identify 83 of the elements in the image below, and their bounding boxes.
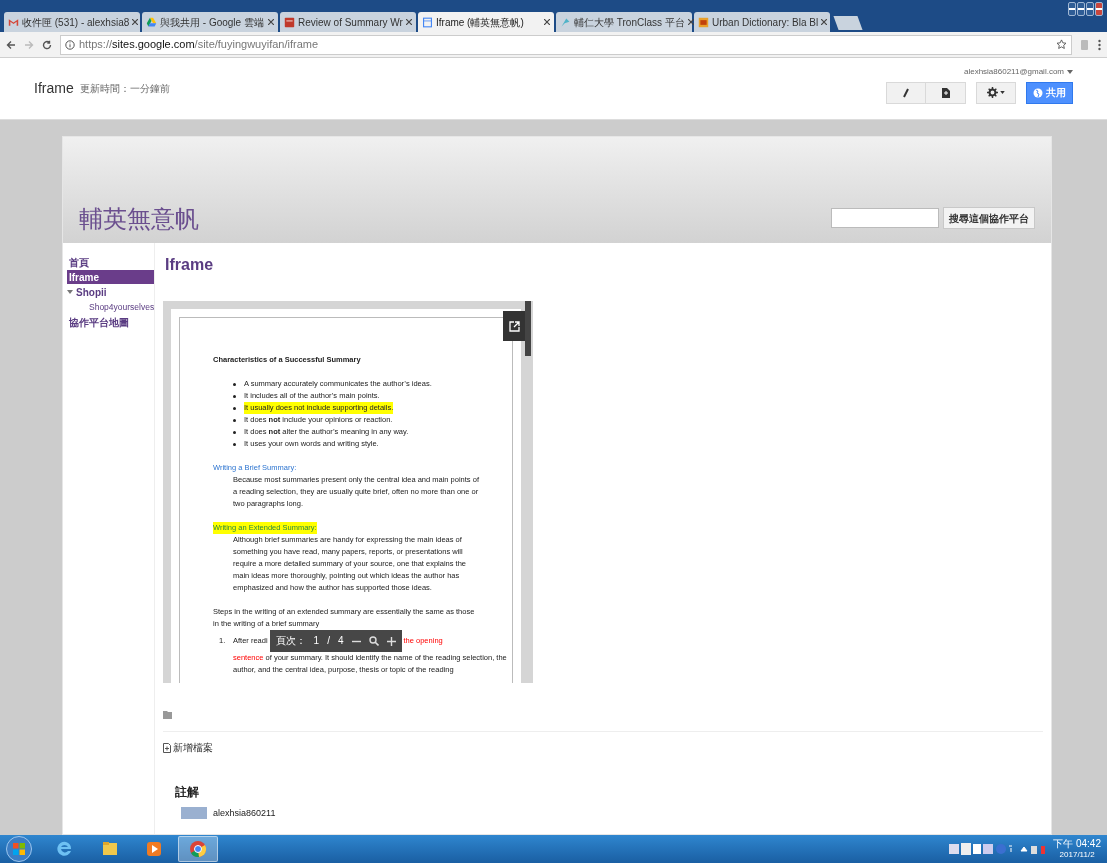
tab-label: 輔仁大學 TronClass 平台: [574, 15, 685, 30]
page-count: 4: [337, 635, 344, 647]
tab-label: 與我共用 - Google 雲端: [160, 15, 265, 30]
external-link-icon: [508, 320, 520, 332]
account-email[interactable]: alexhsia860211@gmail.com: [963, 65, 1064, 78]
maximize-button[interactable]: [1086, 2, 1094, 16]
caret-icon[interactable]: [1067, 69, 1073, 74]
bullet-icon: [233, 443, 236, 446]
tab-label: Urban Dictionary: Bla Bl: [712, 15, 819, 30]
add-file-icon[interactable]: [163, 742, 171, 753]
url-text: https://sites.google.com/site/fuyingwuyifan/iframe: [79, 37, 319, 53]
scrollbar[interactable]: [525, 301, 531, 356]
favicon-icon: [146, 16, 157, 28]
bullet-icon: [233, 431, 236, 434]
back-icon[interactable]: [6, 39, 16, 50]
comments-heading: 註解: [175, 784, 200, 801]
search-button[interactable]: 搜尋這個協作平台: [943, 207, 1035, 229]
add-file-link[interactable]: 新增檔案: [173, 740, 213, 755]
bullet-icon: [233, 419, 236, 422]
minimize-button[interactable]: [1077, 2, 1085, 16]
browser-tab[interactable]: Review of Summary Wr: [280, 12, 416, 32]
browser-tab[interactable]: 收件匣 (531) - alexhsia8: [4, 12, 140, 32]
close-icon[interactable]: [132, 19, 139, 25]
browser-tab[interactable]: 與我共用 - Google 雲端: [142, 12, 278, 32]
pencil-icon: [902, 87, 910, 98]
clock-date[interactable]: 2017/11/2: [1059, 849, 1095, 860]
close-icon[interactable]: [687, 19, 694, 25]
clock-time[interactable]: 下午 04:42: [1053, 838, 1101, 849]
page-separator: /: [327, 635, 330, 647]
media-app-icon: [144, 839, 164, 859]
browser-tab[interactable]: Urban Dictionary: Bla Bl: [694, 12, 830, 32]
settings-icon: [987, 87, 998, 98]
menu-icon[interactable]: [1098, 38, 1101, 51]
new-tab-button[interactable]: [833, 16, 863, 30]
tab-label: 收件匣 (531) - alexhsia8: [22, 15, 130, 30]
bullet-icon: [233, 395, 236, 398]
nav-item[interactable]: 協作平台地圖: [67, 315, 154, 329]
favicon-icon: [284, 16, 295, 28]
new-page-button[interactable]: [926, 81, 966, 104]
page-title: Iframe: [34, 79, 74, 98]
zoom-icon[interactable]: [368, 636, 379, 646]
nav-group[interactable]: Shopii: [67, 285, 154, 299]
page-number: 1: [313, 635, 320, 647]
bullet-icon: [233, 407, 236, 410]
chrome-app-icon: [188, 839, 208, 859]
tab-label: Iframe (輔英無意帆): [436, 15, 525, 30]
nav-item[interactable]: Shop4yourselves: [67, 300, 154, 314]
close-icon[interactable]: [268, 19, 274, 25]
tab-label: Review of Summary Wr: [298, 15, 403, 30]
bullet-icon: [233, 383, 236, 386]
comment-author[interactable]: alexhsia860211: [213, 808, 276, 818]
star-icon[interactable]: [1056, 39, 1067, 50]
search-field[interactable]: [831, 208, 939, 228]
content-title: Iframe: [165, 255, 215, 275]
address-bar[interactable]: https://sites.google.com/site/fuyingwuyifan/iframe: [60, 34, 1072, 55]
close-icon[interactable]: [544, 19, 550, 25]
nav-item-label[interactable]: Shopii: [76, 284, 107, 300]
taskbar-app-button[interactable]: [178, 836, 218, 862]
nav-item[interactable]: 首頁: [67, 255, 154, 269]
site-name[interactable]: 輔英無意帆: [79, 207, 199, 231]
info-icon: [65, 39, 75, 50]
settings-button[interactable]: [976, 81, 1016, 104]
document-icon: [941, 87, 950, 98]
windows-logo-icon: [13, 843, 25, 855]
favicon-icon: [422, 16, 433, 28]
close-icon[interactable]: [406, 19, 412, 25]
popout-button[interactable]: [503, 311, 525, 341]
close-button[interactable]: [1095, 2, 1103, 16]
start-button[interactable]: [6, 836, 32, 862]
zoom-in-icon[interactable]: [386, 636, 396, 646]
page-label: 頁次：: [275, 635, 306, 647]
avatar: [181, 807, 207, 819]
browser-tab[interactable]: Iframe (輔英無意帆): [418, 12, 554, 32]
globe-icon: [1033, 87, 1043, 98]
updated-time: 更新時間：一分鐘前: [79, 82, 170, 96]
favicon-icon: [698, 16, 709, 28]
close-icon[interactable]: [821, 19, 828, 25]
caret-icon: [1000, 91, 1005, 94]
browser-tab[interactable]: 輔仁大學 TronClass 平台: [556, 12, 692, 32]
folder-icon: [163, 711, 172, 719]
nav-item[interactable]: Iframe: [67, 270, 154, 284]
expanded-caret-icon[interactable]: [67, 290, 73, 294]
reload-icon[interactable]: [42, 39, 52, 50]
